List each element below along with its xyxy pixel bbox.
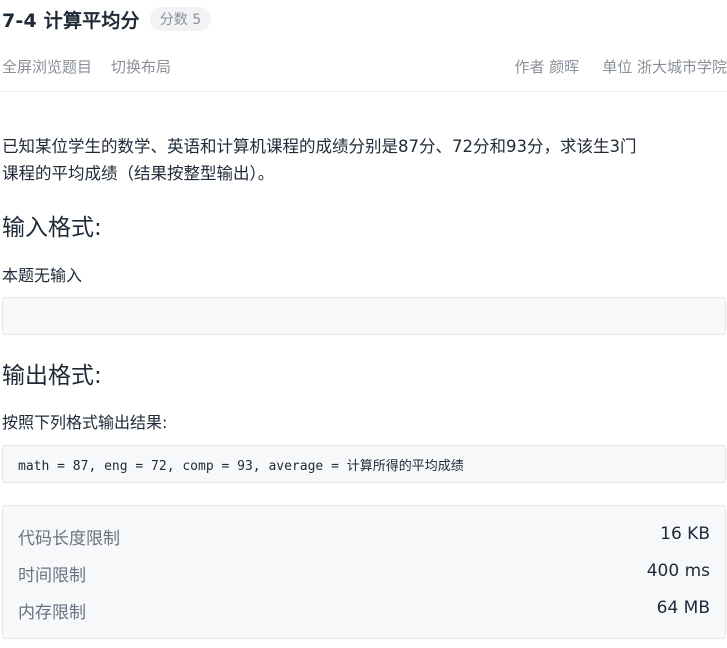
score-badge: 分数 5 <box>149 7 212 31</box>
problem-description: 已知某位学生的数学、英语和计算机课程的成绩分别是87分、72分和93分，求该生3… <box>2 133 722 187</box>
limit-label: 时间限制 <box>18 566 86 586</box>
input-sample-box <box>2 297 726 335</box>
description-line: 课程的平均成绩（结果按整型输出）。 <box>2 164 275 183</box>
output-sample-text: math = 87, eng = 72, comp = 93, average … <box>18 459 464 474</box>
limit-value: 64 MB <box>656 598 710 618</box>
description-line: 已知某位学生的数学、英语和计算机课程的成绩分别是87分、72分和93分，求该生3… <box>2 137 637 156</box>
output-format-text: 按照下列格式输出结果: <box>2 413 168 432</box>
limit-value: 16 KB <box>660 524 710 544</box>
output-sample-box: math = 87, eng = 72, comp = 93, average … <box>2 445 726 483</box>
problem-page: 7-4 计算平均分 分数 5 全屏浏览题目 切换布局 作者 颜晖 单位 浙大城市… <box>0 0 727 648</box>
limit-value: 400 ms <box>646 561 710 581</box>
limit-label: 代码长度限制 <box>18 529 120 549</box>
title-row: 7-4 计算平均分 分数 5 <box>2 7 212 32</box>
code-length-limit-row: 代码长度限制 16 KB <box>18 524 710 549</box>
input-format-text: 本题无输入 <box>2 266 83 285</box>
memory-limit-row: 内存限制 64 MB <box>18 598 710 623</box>
header-divider <box>2 91 727 92</box>
unit-info: 单位 浙大城市学院 <box>602 58 727 76</box>
toolbar-right: 作者 颜晖 单位 浙大城市学院 <box>514 56 727 77</box>
toolbar-left: 全屏浏览题目 切换布局 <box>2 56 171 77</box>
limits-panel: 代码长度限制 16 KB 时间限制 400 ms 内存限制 64 MB <box>2 505 726 639</box>
time-limit-row: 时间限制 400 ms <box>18 561 710 586</box>
author-info: 作者 颜晖 <box>514 58 580 76</box>
input-format-heading: 输入格式: <box>2 215 102 241</box>
fullscreen-button[interactable]: 全屏浏览题目 <box>2 56 92 77</box>
switch-layout-button[interactable]: 切换布局 <box>111 56 171 77</box>
toolbar: 全屏浏览题目 切换布局 作者 颜晖 单位 浙大城市学院 <box>2 56 727 78</box>
problem-title: 7-4 计算平均分 <box>2 9 140 32</box>
limit-label: 内存限制 <box>18 603 86 623</box>
output-format-heading: 输出格式: <box>2 363 102 389</box>
